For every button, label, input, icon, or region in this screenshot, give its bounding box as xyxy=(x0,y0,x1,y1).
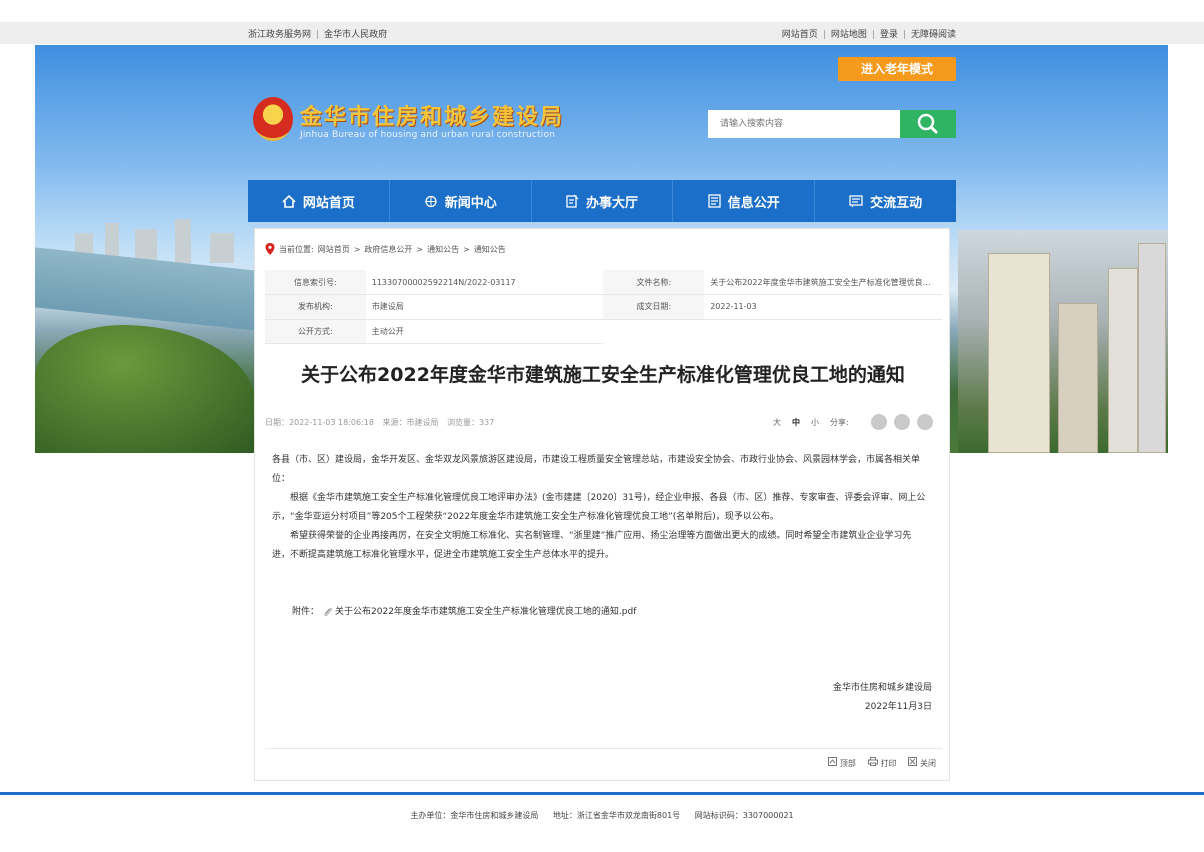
home-icon xyxy=(282,194,296,208)
site-logo[interactable]: 金华市住房和城乡建设局 Jinhua Bureau of housing and… xyxy=(253,97,583,147)
document-meta-table: 信息索引号: 11330700002592214N/2022-03117 文件名… xyxy=(265,270,942,344)
site-name-cn: 金华市住房和城乡建设局 xyxy=(300,104,565,130)
location-pin-icon xyxy=(265,243,275,255)
meta-issuer-label: 发布机构: xyxy=(265,294,366,320)
meta-filename-label: 文件名称: xyxy=(603,270,705,295)
article-source: 来源：市建设局 xyxy=(382,418,439,427)
meta-method-label: 公开方式: xyxy=(265,319,366,344)
link-jinhua-gov[interactable]: 金华市人民政府 xyxy=(324,30,387,40)
footer-host: 主办单位：金华市住房和城乡建设局 xyxy=(410,811,539,820)
nav-item-label: 交流互动 xyxy=(870,195,923,211)
divider xyxy=(265,748,942,749)
link-home[interactable]: 网站首页 xyxy=(782,30,818,40)
close-button[interactable]: 关闭 xyxy=(908,757,936,769)
paperclip-icon xyxy=(324,607,332,616)
info-icon xyxy=(708,194,721,208)
wechat-icon[interactable] xyxy=(871,414,887,430)
nav-item-label: 网站首页 xyxy=(302,195,355,211)
font-size-medium[interactable]: 中 xyxy=(792,417,800,428)
meta-date-label: 成文日期: xyxy=(603,294,705,320)
signature-org: 金华市住房和城乡建设局 xyxy=(832,683,932,693)
national-emblem-icon xyxy=(253,97,293,141)
news-icon xyxy=(425,195,437,207)
search-icon xyxy=(917,113,938,134)
breadcrumb-prefix: 当前位置: xyxy=(279,244,314,254)
article-body: 各县（市、区）建设局，金华开发区、金华双龙风景旅游区建设局，市建设工程质量安全管… xyxy=(272,451,928,565)
attachment-label: 附件： xyxy=(292,607,320,617)
print-button[interactable]: 打印 xyxy=(867,757,896,769)
article-views: 浏览量：337 xyxy=(447,418,495,427)
search-box xyxy=(708,110,956,138)
article-paragraph: 希望获得荣誉的企业再接再厉，在安全文明施工标准化、实名制管理、“浙里建”推广应用… xyxy=(272,531,912,560)
nav-item-news[interactable]: 新闻中心 xyxy=(390,180,532,222)
footer-address: 地址：浙江省金华市双龙南街801号 xyxy=(552,811,681,820)
page-tools: 顶部 打印 关闭 xyxy=(828,757,936,769)
share-icons xyxy=(871,414,933,430)
article-date: 日期：2022-11-03 18:06:18 xyxy=(265,418,374,427)
article-paragraph: 根据《金华市建筑施工安全生产标准化管理优良工地评审办法》(金市建建〔2020〕3… xyxy=(272,493,926,522)
share-label: 分享: xyxy=(830,418,849,427)
table-row: 发布机构: 市建设局 成文日期: 2022-11-03 xyxy=(265,294,942,320)
link-sitemap[interactable]: 网站地图 xyxy=(831,30,867,40)
top-right-links: 网站首页 | 网站地图 | 登录 | 无障碍阅读 xyxy=(781,30,956,40)
nav-item-interaction[interactable]: 交流互动 xyxy=(815,180,956,222)
meta-index-value: 11330700002592214N/2022-03117 xyxy=(365,270,604,295)
attachment: 附件： 关于公布2022年度金华市建筑施工安全生产标准化管理优良工地的通知.pd… xyxy=(292,604,636,617)
search-input[interactable] xyxy=(708,110,900,138)
site-name-en: Jinhua Bureau of housing and urban rural… xyxy=(300,130,556,140)
breadcrumb: 当前位置: 网站首页 > 政府信息公开 > 通知公告 > 通知公告 xyxy=(265,243,506,255)
breadcrumb-notice[interactable]: 通知公告 xyxy=(427,244,459,255)
article-title: 关于公布2022年度金华市建筑施工安全生产标准化管理优良工地的通知 xyxy=(301,364,905,386)
top-utility-bar: 浙江政务服务网 | 金华市人民政府 网站首页 | 网站地图 | 登录 | 无障碍阅读 xyxy=(0,22,1204,44)
close-icon xyxy=(908,757,918,766)
meta-index-label: 信息索引号: xyxy=(265,270,366,295)
breadcrumb-home[interactable]: 网站首页 xyxy=(318,244,350,255)
back-to-top-button[interactable]: 顶部 xyxy=(828,757,856,769)
weibo-icon[interactable] xyxy=(894,414,910,430)
search-button[interactable] xyxy=(900,110,956,138)
nav-item-home[interactable]: 网站首页 xyxy=(248,180,390,222)
breadcrumb-current[interactable]: 通知公告 xyxy=(474,244,506,255)
article-panel: 当前位置: 网站首页 > 政府信息公开 > 通知公告 > 通知公告 信息索引号:… xyxy=(254,228,950,781)
top-left-links: 浙江政务服务网 | 金华市人民政府 xyxy=(248,30,388,40)
qzone-icon[interactable] xyxy=(917,414,933,430)
old-mode-button[interactable]: 进入老年模式 xyxy=(838,57,956,81)
font-size-large[interactable]: 大 xyxy=(773,417,781,428)
signature-date: 2022年11月3日 xyxy=(864,702,932,712)
font-size-controls: 大 中 小 分享: xyxy=(773,417,849,428)
chat-icon xyxy=(849,194,863,207)
meta-date-value: 2022-11-03 xyxy=(704,294,942,320)
nav-item-label: 办事大厅 xyxy=(585,195,638,211)
nav-item-label: 新闻中心 xyxy=(444,195,497,211)
table-row: 公开方式: 主动公开 xyxy=(265,319,942,344)
site-footer: 主办单位：金华市住房和城乡建设局 地址：浙江省金华市双龙南街801号 网站标识码… xyxy=(0,810,1204,821)
meta-issuer-value: 市建设局 xyxy=(365,294,604,320)
footer-divider xyxy=(0,792,1204,795)
attachment-link[interactable]: 关于公布2022年度金华市建筑施工安全生产标准化管理优良工地的通知.pdf xyxy=(335,604,636,617)
meta-method-value: 主动公开 xyxy=(365,319,604,344)
nav-item-info[interactable]: 信息公开 xyxy=(673,180,816,222)
footer-site-id: 网站标识码：3307000021 xyxy=(694,811,794,820)
table-row: 信息索引号: 11330700002592214N/2022-03117 文件名… xyxy=(265,270,942,295)
service-icon xyxy=(566,194,579,208)
nav-item-label: 信息公开 xyxy=(727,195,780,211)
article-signature: 金华市住房和城乡建设局 2022年11月3日 xyxy=(833,679,932,717)
breadcrumb-gov-info[interactable]: 政府信息公开 xyxy=(364,244,412,255)
main-nav: 网站首页 新闻中心 办事大厅 信息公开 交流互动 xyxy=(248,180,956,222)
article-info: 日期：2022-11-03 18:06:18 来源：市建设局 浏览量：337 xyxy=(265,417,500,428)
article-paragraph: 各县（市、区）建设局，金华开发区、金华双龙风景旅游区建设局，市建设工程质量安全管… xyxy=(272,455,921,484)
top-icon xyxy=(828,757,838,766)
print-icon xyxy=(867,757,878,766)
meta-filename-value: 关于公布2022年度金华市建筑施工安全生产标准化管理优良工地的通知 xyxy=(704,270,942,295)
font-size-small[interactable]: 小 xyxy=(811,417,819,428)
link-login[interactable]: 登录 xyxy=(880,30,898,40)
nav-item-service[interactable]: 办事大厅 xyxy=(532,180,674,222)
link-accessibility[interactable]: 无障碍阅读 xyxy=(911,30,956,40)
link-zhejiang-service[interactable]: 浙江政务服务网 xyxy=(248,30,311,40)
